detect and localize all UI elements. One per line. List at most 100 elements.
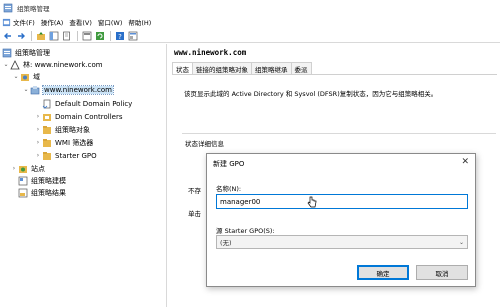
tree-item-modeling[interactable]: 组策略建模 xyxy=(18,175,66,186)
show-tree-button[interactable] xyxy=(48,30,59,41)
tab-linked-gpos[interactable]: 链接的组策略对象 xyxy=(192,62,252,74)
back-button[interactable] xyxy=(2,30,13,41)
close-icon[interactable]: ✕ xyxy=(461,157,469,167)
tree-label: 林: www.ninework.com xyxy=(23,60,103,69)
chevron-down-icon[interactable]: ⌄ xyxy=(12,73,20,80)
refresh-button[interactable] xyxy=(94,30,105,41)
menu-action[interactable]: 操作(A) xyxy=(41,17,64,27)
tree-item-wmi-filters[interactable]: › WMI 筛选器 xyxy=(34,137,93,148)
gpo-name-input[interactable]: manager00 xyxy=(216,194,468,209)
forest-icon xyxy=(10,59,20,69)
chevron-down-icon[interactable]: ⌄ xyxy=(2,61,10,68)
up-folder-icon xyxy=(36,31,45,40)
obscured-text: 不存 xyxy=(188,187,201,195)
tree-item-default-domain-policy[interactable]: Default Domain Policy xyxy=(42,98,132,109)
ok-button[interactable]: 确定 xyxy=(357,265,409,280)
dialog-title: 新建 GPO xyxy=(213,160,245,168)
chevron-down-icon[interactable]: ⌄ xyxy=(22,86,30,93)
tree-label: WMI 筛选器 xyxy=(55,138,94,147)
forward-icon xyxy=(17,32,25,39)
up-folder-button[interactable] xyxy=(35,30,46,41)
chevron-right-icon[interactable]: › xyxy=(34,113,42,120)
modeling-icon xyxy=(18,176,28,185)
console-icon xyxy=(2,18,11,26)
title-bar: 组策略管理 xyxy=(0,0,500,15)
chevron-right-icon[interactable]: › xyxy=(34,139,42,146)
chevron-down-icon: ⌄ xyxy=(458,238,464,246)
tab-inheritance[interactable]: 组策略继承 xyxy=(251,62,292,74)
tree-label: Domain Controllers xyxy=(55,112,123,121)
menu-view-label: 查看(V) xyxy=(69,19,92,27)
menu-bar: 文件(F) 操作(A) 查看(V) 窗口(W) 帮助(H) xyxy=(0,15,500,29)
menu-window-label: 窗口(W) xyxy=(97,19,123,27)
tree-label: 组策略对象 xyxy=(55,125,90,134)
tree-label: Default Domain Policy xyxy=(55,99,133,108)
cancel-button[interactable]: 取消 xyxy=(416,265,468,280)
properties-icon xyxy=(128,31,137,40)
tree-item-domains[interactable]: ⌄ 域 xyxy=(12,71,40,82)
chevron-right-icon[interactable]: › xyxy=(10,165,18,172)
toolbar-separator xyxy=(110,30,111,41)
tree-item-domain-controllers[interactable]: › Domain Controllers xyxy=(34,111,122,122)
ou-folder-icon xyxy=(43,113,51,121)
menu-window[interactable]: 窗口(W) xyxy=(98,17,123,27)
toolbar-separator xyxy=(77,30,78,41)
folder-icon xyxy=(43,125,51,134)
menu-action-label: 操作(A) xyxy=(40,19,64,27)
chevron-right-icon[interactable]: › xyxy=(34,126,42,133)
new-gpo-dialog: 新建 GPO ✕ 名称(N): manager00 源 Starter GPO(… xyxy=(206,153,476,287)
menu-help-label: 帮助(H) xyxy=(128,19,152,27)
tab-delegation[interactable]: 委派 xyxy=(290,62,312,74)
domains-folder-icon xyxy=(21,73,29,81)
chevron-right-icon[interactable]: › xyxy=(34,152,42,159)
starter-gpo-value: (无) xyxy=(220,239,232,247)
tree-item-domain[interactable]: ⌄ www.ninework.com xyxy=(22,84,114,95)
tree-item-starter-gpo[interactable]: › Starter GPO xyxy=(34,150,97,161)
tree-item-sites[interactable]: › 站点 xyxy=(10,163,45,174)
menu-view[interactable]: 查看(V) xyxy=(69,17,92,27)
starter-gpo-label: 源 Starter GPO(S): xyxy=(216,227,275,235)
tree-label: 组策略建模 xyxy=(31,176,66,185)
folder-icon xyxy=(43,151,51,160)
name-label: 名称(N): xyxy=(216,185,242,193)
section-divider xyxy=(182,133,496,134)
export-button[interactable] xyxy=(81,30,92,41)
copy-icon xyxy=(62,31,70,40)
export-icon xyxy=(82,31,91,40)
forward-button[interactable] xyxy=(15,30,26,41)
properties-button[interactable] xyxy=(127,30,138,41)
menu-help[interactable]: 帮助(H) xyxy=(128,17,151,27)
status-description: 该页显示此域的 Active Directory 和 Sysvol (DFSR)… xyxy=(184,90,438,98)
tree-item-results[interactable]: 组策略结果 xyxy=(18,187,66,198)
gpmc-icon xyxy=(2,48,12,57)
gpo-link-icon xyxy=(42,99,51,109)
help-button[interactable]: ? xyxy=(114,30,125,41)
tab-divider xyxy=(172,74,497,75)
folder-icon xyxy=(43,138,51,147)
domain-icon xyxy=(30,85,40,94)
tree-label: 站点 xyxy=(31,164,45,173)
tree-item-forest[interactable]: ⌄ 林: www.ninework.com xyxy=(2,59,103,70)
help-icon: ? xyxy=(115,31,124,41)
menu-file-label: 文件(F) xyxy=(13,19,35,27)
window-title: 组策略管理 xyxy=(17,4,50,13)
tab-status[interactable]: 状态 xyxy=(172,62,193,74)
page-title: www.ninework.com xyxy=(174,48,247,57)
tree-item-root[interactable]: 组策略管理 xyxy=(2,47,50,58)
starter-gpo-select[interactable]: (无) ⌄ xyxy=(216,235,468,249)
tree-label: 组策略结果 xyxy=(31,188,66,197)
console-tree: 组策略管理 ⌄ 林: www.ninework.com ⌄ 域 ⌄ www.ni… xyxy=(0,44,167,307)
toolbar-separator xyxy=(31,30,32,41)
copy-button[interactable] xyxy=(61,30,72,41)
refresh-icon xyxy=(95,31,104,40)
tree-item-gpo-objects[interactable]: › 组策略对象 xyxy=(34,124,90,135)
tree-label: 域 xyxy=(33,72,40,81)
obscured-text: 单击 xyxy=(188,210,201,218)
hand-cursor-icon xyxy=(307,196,317,208)
results-icon xyxy=(18,188,28,197)
tree-label: Starter GPO xyxy=(55,151,97,160)
back-icon xyxy=(3,32,11,39)
gpmc-app-icon xyxy=(3,3,13,12)
tree-label: 组策略管理 xyxy=(15,48,50,57)
menu-file[interactable]: 文件(F) xyxy=(2,17,35,27)
